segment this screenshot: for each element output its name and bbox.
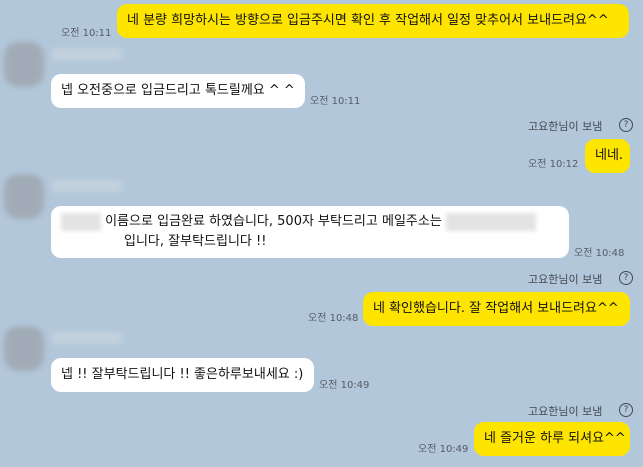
sender-name: [52, 180, 122, 192]
message-time: 오전 10:49: [319, 380, 370, 391]
seen-status: 고요한님이 보냄: [528, 405, 603, 418]
redacted-name: [61, 212, 101, 231]
sender-name: [52, 48, 122, 60]
chat-room: 오전 10:11 네 분량 희망하시는 방향으로 입금주시면 확인 후 작업해서…: [0, 0, 643, 467]
question-circle-icon[interactable]: ?: [619, 271, 633, 285]
question-circle-icon[interactable]: ?: [619, 403, 633, 417]
redacted-email: [445, 212, 536, 231]
avatar[interactable]: [4, 174, 44, 219]
message-time: 오전 10:11: [310, 96, 361, 107]
my-message-bubble[interactable]: 네 확인했습니다. 잘 작업해서 보내드려요^^: [363, 292, 630, 326]
message-time: 오전 10:49: [418, 444, 469, 455]
avatar[interactable]: [4, 42, 44, 87]
message-time: 오전 10:48: [308, 313, 359, 324]
sender-name: [52, 332, 122, 344]
my-message-bubble[interactable]: 네 분량 희망하시는 방향으로 입금주시면 확인 후 작업해서 일정 맞추어서 …: [117, 4, 629, 38]
message-line: 이름으로 입금완료 하였습니다, 500자 부탁드리고 메일주소는: [105, 214, 442, 229]
message-time: 오전 10:11: [61, 28, 112, 39]
seen-status: 고요한님이 보냄: [528, 120, 603, 133]
message-time: 오전 10:12: [528, 159, 579, 170]
my-message-bubble[interactable]: 네네.: [585, 139, 630, 173]
other-message-bubble[interactable]: 넵 오전중으로 입금드리고 톡드릴께요 ^ ^: [51, 74, 305, 108]
other-message-bubble[interactable]: 이름으로 입금완료 하였습니다, 500자 부탁드리고 메일주소는 입니다, 잘…: [51, 206, 569, 258]
other-message-bubble[interactable]: 넵 !! 잘부탁드립니다 !! 좋은하루보내세요 :): [51, 358, 314, 392]
message-line: 입니다, 잘부탁드립니다 !!: [124, 234, 267, 249]
avatar[interactable]: [4, 326, 44, 371]
question-circle-icon[interactable]: ?: [619, 118, 633, 132]
my-message-bubble[interactable]: 네 즐거운 하루 되셔요^^: [474, 422, 630, 456]
message-time: 오전 10:48: [574, 248, 625, 259]
seen-status: 고요한님이 보냄: [528, 273, 603, 286]
